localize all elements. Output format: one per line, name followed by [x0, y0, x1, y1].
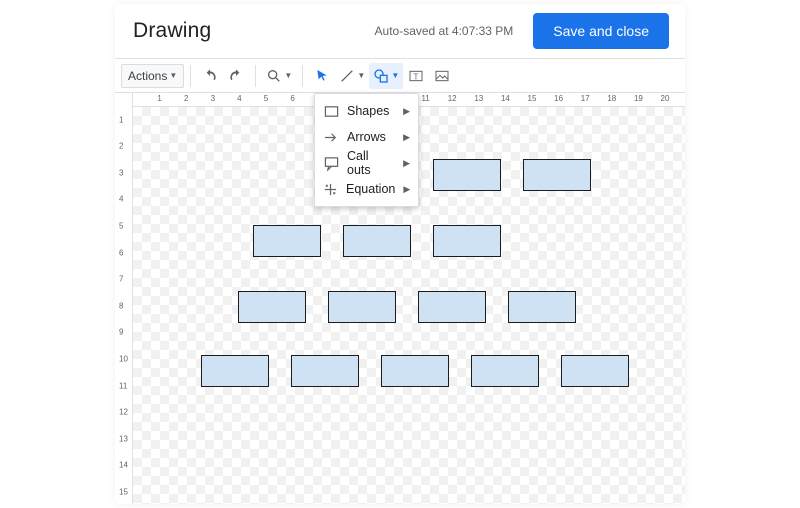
ruler-number: 16: [554, 94, 563, 103]
ruler-number: 4: [237, 94, 241, 103]
undo-button[interactable]: [197, 63, 223, 89]
ruler-number: 15: [528, 94, 537, 103]
redo-icon: [228, 68, 244, 84]
caret-down-icon: ▼: [391, 71, 399, 80]
svg-text:T: T: [414, 72, 419, 81]
canvas-rectangle[interactable]: [508, 291, 576, 323]
ruler-number: 20: [661, 94, 670, 103]
line-icon: [339, 68, 355, 84]
canvas-rectangle[interactable]: [381, 355, 449, 387]
textbox-icon: T: [408, 68, 424, 84]
shape-dropdown-menu: Shapes ▶ Arrows ▶ Call outs ▶ Equation ▶: [314, 93, 419, 207]
cursor-icon: [314, 68, 330, 84]
canvas-rectangle[interactable]: [328, 291, 396, 323]
ruler-number: 5: [264, 94, 268, 103]
ruler-number: 1: [157, 94, 161, 103]
ruler-number: 10: [119, 355, 128, 364]
menu-item-callouts[interactable]: Call outs ▶: [315, 150, 418, 176]
ruler-number: 17: [581, 94, 590, 103]
menu-label: Shapes: [347, 104, 395, 118]
ruler-number: 3: [119, 168, 123, 177]
image-tool-button[interactable]: [429, 63, 455, 89]
canvas-rectangle[interactable]: [561, 355, 629, 387]
canvas-rectangle[interactable]: [253, 225, 321, 257]
menu-label: Arrows: [347, 130, 395, 144]
canvas-rectangle[interactable]: [523, 159, 591, 191]
autosave-status: Auto-saved at 4:07:33 PM: [375, 24, 514, 38]
shape-tool-button[interactable]: ▼: [369, 63, 403, 89]
redo-button[interactable]: [223, 63, 249, 89]
canvas-rectangle[interactable]: [418, 291, 486, 323]
equation-icon: [323, 181, 338, 197]
select-tool-button[interactable]: [309, 63, 335, 89]
callout-icon: [323, 155, 339, 171]
menu-item-equation[interactable]: Equation ▶: [315, 176, 418, 202]
canvas-rectangle[interactable]: [291, 355, 359, 387]
line-tool-button[interactable]: ▼: [335, 63, 369, 89]
menu-item-shapes[interactable]: Shapes ▶: [315, 98, 418, 124]
ruler-number: 9: [119, 328, 123, 337]
menu-label: Equation: [346, 182, 395, 196]
vertical-ruler: 123456789101112131415: [115, 93, 133, 504]
ruler-number: 4: [119, 195, 123, 204]
toolbar-separator: [190, 65, 191, 87]
caret-down-icon: ▼: [284, 71, 292, 80]
ruler-number: 14: [501, 94, 510, 103]
canvas-rectangle[interactable]: [433, 225, 501, 257]
canvas-rectangle[interactable]: [471, 355, 539, 387]
actions-menu-button[interactable]: Actions ▼: [121, 64, 184, 88]
ruler-number: 11: [421, 94, 429, 103]
drawing-dialog: Drawing Auto-saved at 4:07:33 PM Save an…: [115, 4, 685, 504]
ruler-number: 6: [290, 94, 294, 103]
ruler-number: 12: [448, 94, 457, 103]
actions-label: Actions: [128, 69, 167, 83]
ruler-number: 1: [119, 115, 123, 124]
canvas-rectangle[interactable]: [201, 355, 269, 387]
ruler-number: 18: [607, 94, 616, 103]
ruler-number: 3: [211, 94, 215, 103]
submenu-arrow-icon: ▶: [403, 106, 410, 117]
ruler-number: 11: [119, 381, 127, 390]
textbox-tool-button[interactable]: T: [403, 63, 429, 89]
toolbar: Actions ▼ ▼ ▼: [115, 59, 685, 93]
ruler-number: 13: [119, 434, 128, 443]
undo-icon: [202, 68, 218, 84]
ruler-number: 2: [184, 94, 188, 103]
dialog-title: Drawing: [133, 19, 211, 43]
submenu-arrow-icon: ▶: [403, 132, 410, 143]
canvas-area: 123456789101112131415161718192021 123456…: [115, 93, 685, 504]
ruler-number: 5: [119, 222, 123, 231]
canvas-rectangle[interactable]: [433, 159, 501, 191]
ruler-number: 13: [474, 94, 483, 103]
arrow-icon: [323, 129, 339, 145]
submenu-arrow-icon: ▶: [403, 184, 410, 195]
ruler-number: 12: [119, 408, 128, 417]
menu-item-arrows[interactable]: Arrows ▶: [315, 124, 418, 150]
menu-label: Call outs: [347, 149, 395, 177]
image-icon: [434, 68, 450, 84]
ruler-number: 7: [119, 275, 123, 284]
toolbar-separator: [255, 65, 256, 87]
ruler-number: 15: [119, 488, 128, 497]
ruler-number: 8: [119, 301, 123, 310]
ruler-number: 14: [119, 461, 128, 470]
rectangle-icon: [323, 103, 339, 119]
ruler-number: 6: [119, 248, 123, 257]
zoom-icon: [266, 68, 282, 84]
toolbar-separator: [302, 65, 303, 87]
submenu-arrow-icon: ▶: [403, 158, 410, 169]
save-and-close-button[interactable]: Save and close: [533, 13, 669, 49]
caret-down-icon: ▼: [357, 71, 365, 80]
canvas-rectangle[interactable]: [343, 225, 411, 257]
canvas-rectangle[interactable]: [238, 291, 306, 323]
shape-icon: [373, 68, 389, 84]
titlebar: Drawing Auto-saved at 4:07:33 PM Save an…: [115, 4, 685, 58]
caret-down-icon: ▼: [169, 71, 177, 80]
ruler-number: 19: [634, 94, 643, 103]
zoom-button[interactable]: ▼: [262, 63, 296, 89]
ruler-number: 2: [119, 142, 123, 151]
